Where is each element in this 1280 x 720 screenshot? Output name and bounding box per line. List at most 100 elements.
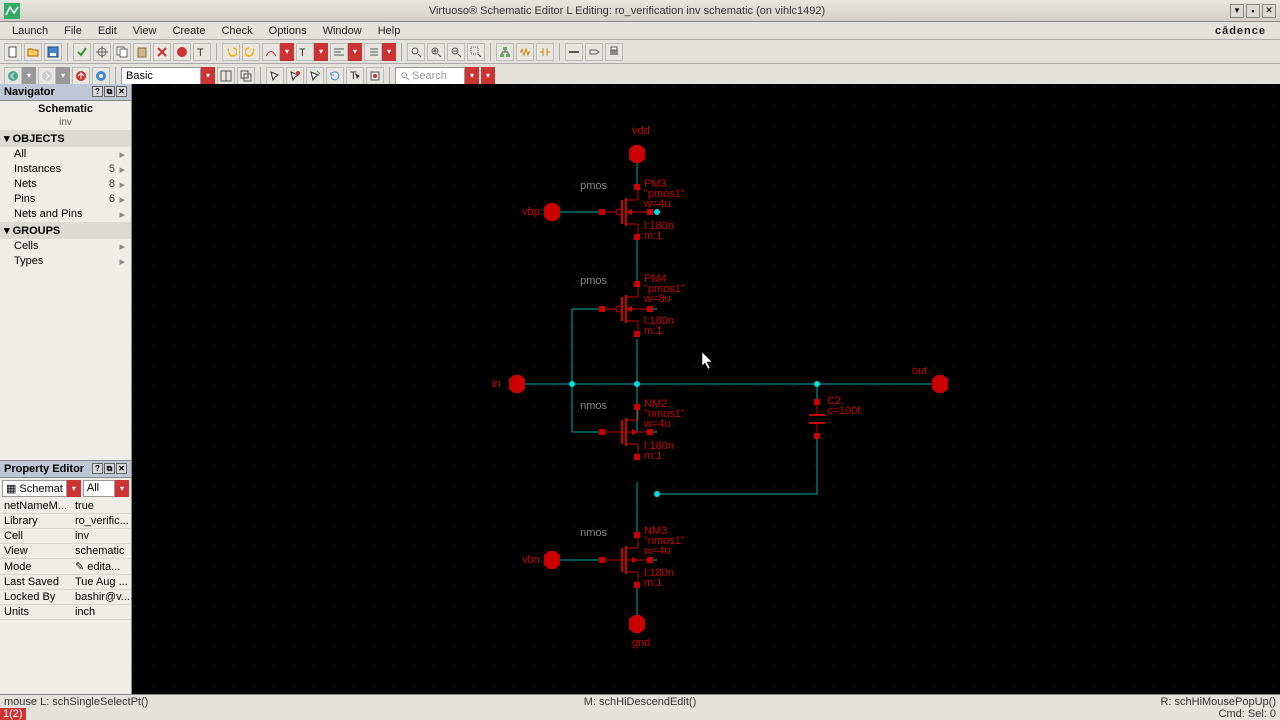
nav-up[interactable] <box>72 67 90 85</box>
undo-button[interactable] <box>222 43 240 61</box>
svg-text:vdd: vdd <box>632 125 650 137</box>
table-row[interactable]: Mode✎ edita... <box>0 559 131 575</box>
panel-undock-icon[interactable]: ⧉ <box>104 463 115 474</box>
svg-text:m:1: m:1 <box>644 577 662 589</box>
panel-help-icon[interactable]: ? <box>92 86 103 97</box>
close-button[interactable]: ✕ <box>1262 4 1276 18</box>
svg-text:c=100f: c=100f <box>827 405 861 417</box>
stroke-select[interactable]: ▾ <box>262 43 294 61</box>
delete-button[interactable] <box>153 43 171 61</box>
nav-item-nets-and-pins[interactable]: Nets and Pins▸ <box>0 207 131 222</box>
window-cascade-button[interactable] <box>237 67 255 85</box>
command-line[interactable]: 1(2) Cmd: Sel: 0 <box>0 708 1280 720</box>
new-button[interactable] <box>4 43 22 61</box>
print-button[interactable] <box>605 43 623 61</box>
menu-file[interactable]: File <box>56 23 90 39</box>
table-row[interactable]: netNameM...true <box>0 499 131 514</box>
select-button[interactable] <box>266 67 284 85</box>
filter-button[interactable] <box>366 67 384 85</box>
panel-undock-icon[interactable]: ⧉ <box>104 86 115 97</box>
pin-button[interactable] <box>585 43 603 61</box>
nav-group-groups[interactable]: ▾ GROUPS <box>0 222 131 239</box>
svg-text:pmos: pmos <box>580 275 607 287</box>
list-select[interactable]: ▾ <box>364 43 396 61</box>
nav-item-types[interactable]: Types▸ <box>0 254 131 269</box>
menu-launch[interactable]: Launch <box>4 23 56 39</box>
check-button[interactable] <box>73 43 91 61</box>
font-select[interactable]: T▾ <box>296 43 328 61</box>
open-button[interactable] <box>24 43 42 61</box>
panel-close-icon[interactable]: ✕ <box>116 463 127 474</box>
property-editor-label: Property Editor <box>4 463 84 475</box>
nav-back[interactable]: ▾ <box>4 67 36 85</box>
property-editor-title: Property Editor ? ⧉ ✕ <box>0 461 131 478</box>
prop-combo-filter[interactable]: All▾ <box>83 480 129 497</box>
nav-fwd[interactable]: ▾ <box>38 67 70 85</box>
zoom-area-button[interactable] <box>467 43 485 61</box>
copy-button[interactable] <box>113 43 131 61</box>
menu-view[interactable]: View <box>125 23 165 39</box>
svg-text:nmos: nmos <box>580 400 607 412</box>
panel-close-icon[interactable]: ✕ <box>116 86 127 97</box>
table-row[interactable]: Cellinv <box>0 529 131 544</box>
svg-text:vbn: vbn <box>522 554 540 566</box>
align-select[interactable]: ▾ <box>330 43 362 61</box>
status-bar: mouse L: schSingleSelectPt() M: schHiDes… <box>0 694 1280 708</box>
menu-edit[interactable]: Edit <box>90 23 125 39</box>
refresh-button[interactable] <box>326 67 344 85</box>
menu-options[interactable]: Options <box>261 23 315 39</box>
stop-button[interactable] <box>173 43 191 61</box>
select-net-button[interactable] <box>306 67 324 85</box>
table-row[interactable]: Libraryro_verific... <box>0 514 131 529</box>
svg-text:w=4u: w=4u <box>643 545 671 557</box>
nav-item-cells[interactable]: Cells▸ <box>0 239 131 254</box>
menu-check[interactable]: Check <box>213 23 260 39</box>
prop-combo-scope[interactable]: ▦ Schemat▾ <box>2 480 81 497</box>
maximize-button[interactable]: ▪ <box>1246 4 1260 18</box>
text-button[interactable]: T <box>193 43 211 61</box>
hierarchy-button[interactable] <box>496 43 514 61</box>
workspace-combo[interactable]: Basic▾ <box>121 67 215 85</box>
menu-create[interactable]: Create <box>164 23 213 39</box>
title-bar: Virtuoso® Schematic Editor L Editing: ro… <box>0 0 1280 22</box>
svg-text:in: in <box>492 378 501 390</box>
resistor-button[interactable] <box>516 43 534 61</box>
table-row[interactable]: Unitsinch <box>0 605 131 620</box>
schematic-canvas[interactable]: vdd vbp in out vbn gnd pmos PM3 "pmos1" … <box>132 84 1280 698</box>
menu-window[interactable]: Window <box>315 23 370 39</box>
nav-group-objects[interactable]: ▾ OBJECTS <box>0 130 131 147</box>
save-button[interactable] <box>44 43 62 61</box>
panel-help-icon[interactable]: ? <box>92 463 103 474</box>
zoom-fit-button[interactable] <box>407 43 425 61</box>
probe-button[interactable] <box>286 67 304 85</box>
search-opts[interactable]: ▾ <box>481 67 495 85</box>
nav-item-instances[interactable]: Instances5▸ <box>0 162 131 177</box>
table-row[interactable]: Locked Bybashir@v... <box>0 590 131 605</box>
nav-item-nets[interactable]: Nets8▸ <box>0 177 131 192</box>
search-box[interactable]: Search▾ <box>395 67 479 85</box>
minimize-button[interactable]: ▾ <box>1230 4 1244 18</box>
window-title: Virtuoso® Schematic Editor L Editing: ro… <box>24 5 1230 17</box>
redo-button[interactable] <box>242 43 260 61</box>
label-select-button[interactable]: T <box>346 67 364 85</box>
svg-text:w=4u: w=4u <box>643 198 671 210</box>
nav-item-all[interactable]: All▸ <box>0 147 131 162</box>
nav-item-pins[interactable]: Pins6▸ <box>0 192 131 207</box>
paste-button[interactable] <box>133 43 151 61</box>
cmd-right: Cmd: Sel: 0 <box>1219 708 1280 720</box>
table-row[interactable]: Last SavedTue Aug ... <box>0 575 131 590</box>
svg-text:m:1: m:1 <box>644 450 662 462</box>
status-left: mouse L: schSingleSelectPt() <box>4 696 148 708</box>
zoom-out-button[interactable] <box>447 43 465 61</box>
menu-help[interactable]: Help <box>370 23 409 39</box>
zoom-in-button[interactable] <box>427 43 445 61</box>
window-tile-button[interactable] <box>217 67 235 85</box>
brand-logo: cādence <box>1207 23 1274 39</box>
nav-home[interactable] <box>92 67 110 85</box>
status-right: R: schHiMousePopUp() <box>1160 696 1276 708</box>
table-row[interactable]: Viewschematic <box>0 544 131 559</box>
cross-probe-button[interactable] <box>93 43 111 61</box>
wire-button[interactable] <box>565 43 583 61</box>
capacitor-button[interactable] <box>536 43 554 61</box>
svg-text:vbp: vbp <box>522 206 540 218</box>
